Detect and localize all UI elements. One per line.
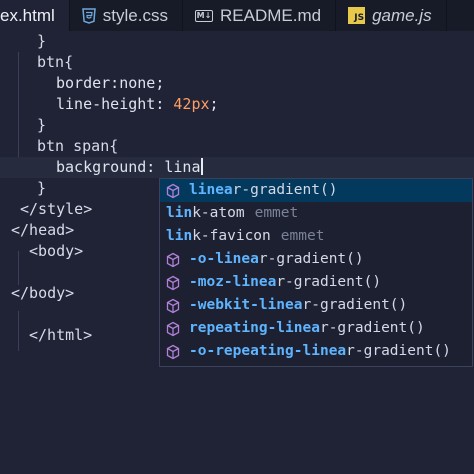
suggestion-item[interactable]: -webkit-linear-gradient() bbox=[160, 294, 472, 317]
tab-game-js[interactable]: JS game.js bbox=[336, 0, 447, 31]
suggestion-label: -o-repeating-linear-gradient() bbox=[189, 340, 451, 363]
suggestion-item[interactable]: repeating-linear-gradient() bbox=[160, 317, 472, 340]
current-code-line: background: lina bbox=[0, 157, 474, 178]
suggestion-label-part: -o-lin bbox=[189, 251, 242, 267]
css-property-icon bbox=[165, 183, 181, 199]
code-line: </body> bbox=[11, 284, 75, 302]
code-line: <body> bbox=[29, 242, 84, 260]
indent-guide bbox=[18, 311, 19, 351]
suggestion-label-part: ea bbox=[241, 251, 259, 267]
suggestion-label-part: k-favicon bbox=[192, 228, 271, 244]
code-line: </html> bbox=[29, 326, 93, 344]
code-line: line-height: 42px; bbox=[56, 95, 219, 113]
suggestion-label-part: ea bbox=[215, 182, 233, 198]
suggestion-item[interactable]: linear-gradient() bbox=[160, 179, 472, 202]
suggestion-label-part: r-gradient() bbox=[276, 274, 382, 290]
suggestion-label-part: repeating-lin bbox=[189, 320, 303, 336]
code-line: } bbox=[37, 179, 47, 197]
tab-label: ex.html bbox=[0, 5, 55, 25]
javascript-icon: JS bbox=[348, 7, 366, 24]
code-line: border:none; bbox=[56, 74, 165, 92]
suggestion-label-part: lin bbox=[189, 182, 216, 198]
code-line: </head> bbox=[11, 221, 75, 239]
css-property-icon bbox=[165, 344, 181, 360]
code-line: } bbox=[37, 32, 47, 50]
suggestion-label-part: -o-repeating-lin bbox=[189, 343, 329, 359]
tab-label: README.md bbox=[219, 5, 322, 25]
suggestion-label-part: lin bbox=[166, 205, 193, 221]
suggestion-label-part: ea bbox=[328, 343, 347, 359]
suggestion-label: link-favicon bbox=[166, 225, 271, 248]
css-property-icon bbox=[165, 275, 181, 291]
suggestion-label-part: r-gradient() bbox=[258, 251, 364, 267]
suggestion-label: -o-linear-gradient() bbox=[189, 248, 364, 271]
suggestion-label: -webkit-linear-gradient() bbox=[189, 294, 407, 317]
suggestion-label-part: r-gradient() bbox=[302, 297, 408, 313]
suggestion-item[interactable]: link-favicon emmet bbox=[160, 225, 472, 248]
suggestion-label: link-atom bbox=[166, 202, 245, 225]
suggestion-label-part: lin bbox=[166, 228, 193, 244]
indent-guide bbox=[18, 52, 19, 167]
indent-guide bbox=[18, 251, 19, 285]
css-property-icon bbox=[165, 252, 181, 268]
suggestion-item[interactable]: -moz-linear-gradient() bbox=[160, 271, 472, 294]
tab-index-html[interactable]: ex.html bbox=[0, 0, 70, 31]
suggestion-label-part: k-atom bbox=[192, 205, 245, 221]
suggestion-label-part: -moz-lin bbox=[189, 274, 259, 290]
suggestion-label-part: r-gradient() bbox=[319, 320, 425, 336]
suggestion-label-part: ea bbox=[302, 320, 320, 336]
editor-tab-bar: ex.html style.css M↓ README.md JS game.j… bbox=[0, 0, 474, 31]
css-property-icon bbox=[165, 298, 181, 314]
suggestion-item[interactable]: -o-repeating-linear-gradient() bbox=[160, 340, 472, 363]
css3-icon bbox=[81, 7, 96, 24]
suggestion-label-part: -webkit-lin bbox=[189, 297, 286, 313]
suggestion-label: repeating-linear-gradient() bbox=[189, 317, 425, 340]
suggestion-label-part: ea bbox=[258, 274, 277, 290]
code-line: btn span{ bbox=[37, 137, 119, 155]
code-line: btn{ bbox=[37, 53, 74, 71]
text-cursor bbox=[200, 158, 203, 175]
tab-style-css[interactable]: style.css bbox=[70, 0, 183, 31]
suggestion-label-part: r-gradient() bbox=[346, 343, 451, 359]
suggestion-label: linear-gradient() bbox=[189, 179, 337, 202]
suggestion-detail: emmet bbox=[280, 228, 325, 244]
css-property-icon bbox=[165, 321, 181, 337]
suggestion-label-part: r-gradient() bbox=[232, 182, 338, 198]
markdown-icon: M↓ bbox=[194, 9, 213, 22]
autocomplete-suggestion-list[interactable]: linear-gradient() link-atom emmet link-favi… bbox=[159, 178, 473, 367]
suggestion-label: -moz-linear-gradient() bbox=[189, 271, 381, 294]
suggestion-label-part: ea bbox=[285, 297, 303, 313]
suggestion-detail: emmet bbox=[254, 205, 299, 221]
tab-readme-md[interactable]: M↓ README.md bbox=[183, 0, 337, 31]
suggestion-item[interactable]: link-atom emmet bbox=[160, 202, 472, 225]
code-line: } bbox=[37, 116, 47, 134]
code-line: </style> bbox=[20, 200, 93, 218]
tab-label: style.css bbox=[102, 5, 168, 25]
suggestion-item[interactable]: -o-linear-gradient() bbox=[160, 248, 472, 271]
tab-label: game.js bbox=[372, 5, 432, 25]
